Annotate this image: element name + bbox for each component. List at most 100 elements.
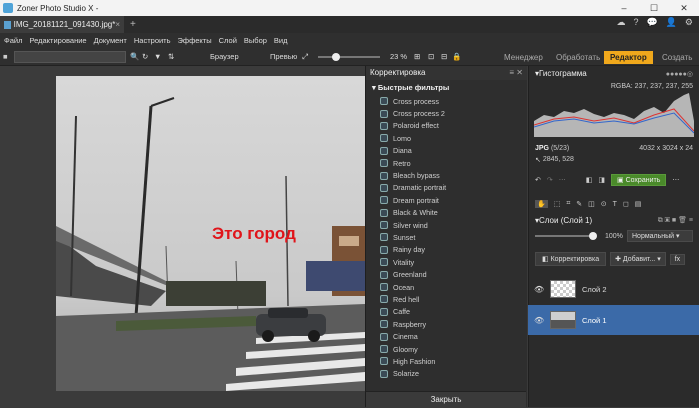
menu-file[interactable]: Файл [4, 36, 22, 45]
menu-layer[interactable]: Слой [219, 36, 237, 45]
history-icon[interactable]: ⋯ [559, 176, 566, 184]
quick-filter-item[interactable]: Cross process 2 [366, 107, 527, 119]
account-icon[interactable]: 👤 [666, 17, 677, 28]
quick-filter-item[interactable]: Sunset [366, 231, 527, 243]
quick-filter-item[interactable]: Ocean [366, 281, 527, 293]
quick-filter-item[interactable]: Caffe [366, 306, 527, 318]
menu-select[interactable]: Выбор [244, 36, 267, 45]
quick-filter-item[interactable]: Dream portrait [366, 194, 527, 206]
quick-filter-item[interactable]: Silver wind [366, 219, 527, 231]
close-panel-button[interactable]: Закрыть [366, 391, 526, 407]
feedback-icon[interactable]: 💬 [646, 17, 657, 28]
clone-tool-icon[interactable]: ⊙ [601, 200, 607, 208]
browser-toggle[interactable]: Браузер [210, 52, 239, 61]
histogram-header[interactable]: ▾ Гистограмма ●●●●●◎ [529, 66, 699, 81]
quick-filter-item[interactable]: Retro [366, 157, 527, 169]
quick-filters-section[interactable]: ▾ Быстрые фильтры [366, 80, 527, 95]
sort-icon[interactable]: ⇅ [168, 52, 174, 61]
quick-filter-item[interactable]: Bleach bypass [366, 169, 527, 181]
quick-filter-label: Diana [393, 146, 412, 156]
shape-tool-icon[interactable]: ◻ [623, 200, 629, 208]
quick-filter-item[interactable]: Vitality [366, 256, 527, 268]
quick-filter-item[interactable]: Cross process [366, 95, 527, 107]
minimize-button[interactable]: – [609, 0, 639, 16]
visibility-eye-icon[interactable]: 👁 [534, 316, 544, 325]
adjustment-layer-button[interactable]: ◧ Корректировка [535, 252, 607, 266]
panel-menu-icon[interactable]: ≡ ✕ [509, 68, 523, 78]
select-tool-icon[interactable]: ⬚ [554, 200, 561, 208]
document-tab[interactable]: IMG_20181121_091430.jpg* × [0, 16, 124, 33]
quick-filter-item[interactable]: High Fashion [366, 355, 527, 367]
save-button[interactable]: ▣ Сохранить [611, 174, 667, 186]
mode-develop[interactable]: Обработать [550, 51, 606, 64]
new-tab-button[interactable]: + [130, 19, 136, 30]
menu-document[interactable]: Документ [94, 36, 127, 45]
fullscreen-icon[interactable]: ⤢ [302, 52, 308, 62]
blend-mode-select[interactable]: Нормальный ▾ [627, 230, 693, 242]
zoom-slider[interactable] [318, 53, 380, 61]
mode-manager[interactable]: Менеджер [498, 51, 549, 64]
undo-icon[interactable]: ↶ [535, 176, 541, 184]
quick-filter-item[interactable]: Gloomy [366, 343, 527, 355]
redo-icon[interactable]: ↷ [547, 176, 553, 184]
maximize-button[interactable]: ☐ [639, 0, 669, 16]
search-icon[interactable]: 🔍 [130, 52, 139, 61]
filter-thumbnail-icon [380, 245, 388, 254]
fit-icon[interactable]: ⊞ [414, 52, 420, 61]
quick-filter-item[interactable]: Solarize [366, 368, 527, 380]
menu-adjust[interactable]: Настроить [134, 36, 171, 45]
histogram-options-icon[interactable]: ●●●●●◎ [666, 70, 693, 78]
text-tool-icon[interactable]: T [613, 201, 617, 208]
photo-canvas[interactable]: Это город [56, 76, 365, 391]
opacity-slider-handle[interactable] [589, 232, 597, 240]
more-icon[interactable]: ⋯ [672, 176, 679, 184]
visibility-eye-icon[interactable]: 👁 [534, 285, 544, 294]
split-icon[interactable]: ◨ [598, 176, 605, 184]
menu-edit[interactable]: Редактирование [29, 36, 86, 45]
zoom-slider-handle[interactable] [332, 53, 340, 61]
layer-item-2[interactable]: 👁 Слой 2 [528, 274, 699, 304]
layers-actions-icon[interactable]: ⧉ ▣ ■ 🗑 ≡ [658, 216, 693, 225]
hand-tool-icon[interactable]: ✋ [535, 200, 548, 208]
close-button[interactable]: ✕ [669, 0, 699, 16]
filter-icon[interactable]: ▼ [154, 52, 161, 61]
quick-filter-item[interactable]: Raspberry [366, 318, 527, 330]
quick-filter-item[interactable]: Black & White [366, 207, 527, 219]
gradient-tool-icon[interactable]: ▤ [635, 200, 642, 208]
quick-filter-item[interactable]: Diana [366, 145, 527, 157]
quick-filter-item[interactable]: Dramatic portrait [366, 182, 527, 194]
lock-icon[interactable]: 🔒 [452, 52, 461, 61]
quick-filter-item[interactable]: Red hell [366, 293, 527, 305]
menu-view[interactable]: Вид [274, 36, 288, 45]
compare-icon[interactable]: ◧ [586, 176, 593, 184]
menu-effects[interactable]: Эффекты [178, 36, 212, 45]
add-layer-button[interactable]: ✚ Добавит... ▾ [610, 252, 666, 266]
quick-filter-item[interactable]: Polaroid effect [366, 120, 527, 132]
mode-editor[interactable]: Редактор [604, 51, 653, 64]
layers-header[interactable]: ▾ Слои (Слой 1) ⧉ ▣ ■ 🗑 ≡ [529, 213, 699, 228]
folder-icon[interactable]: ■ [3, 52, 8, 61]
layer-item-1[interactable]: 👁 Слой 1 [528, 305, 699, 335]
close-tab-icon[interactable]: × [115, 20, 120, 29]
opacity-slider[interactable] [535, 232, 597, 240]
path-input[interactable] [14, 51, 126, 63]
eraser-tool-icon[interactable]: ◫ [588, 200, 595, 208]
quick-filter-label: Lomo [393, 133, 411, 143]
fx-button[interactable]: fx [669, 253, 686, 265]
grid-icon[interactable]: ⊟ [441, 52, 447, 61]
refresh-icon[interactable]: ↻ [142, 52, 148, 61]
mode-create[interactable]: Создать [656, 51, 698, 64]
cloud-icon[interactable]: ☁ [616, 17, 625, 28]
quick-filter-item[interactable]: Lomo [366, 132, 527, 144]
preview-toggle[interactable]: Превью [270, 52, 297, 61]
quick-filter-item[interactable]: Rainy day [366, 244, 527, 256]
settings-gear-icon[interactable]: ⚙ [685, 17, 693, 28]
overlay-text[interactable]: Это город [212, 224, 296, 244]
quick-filter-item[interactable]: Greenland [366, 268, 527, 280]
brush-tool-icon[interactable]: ✎ [576, 200, 582, 208]
actual-size-icon[interactable]: ⊡ [428, 52, 434, 61]
help-icon[interactable]: ? [633, 17, 638, 28]
quick-filter-item[interactable]: Cinema [366, 330, 527, 342]
filter-thumbnail-icon [380, 283, 388, 292]
crop-tool-icon[interactable]: ⌗ [566, 200, 570, 208]
